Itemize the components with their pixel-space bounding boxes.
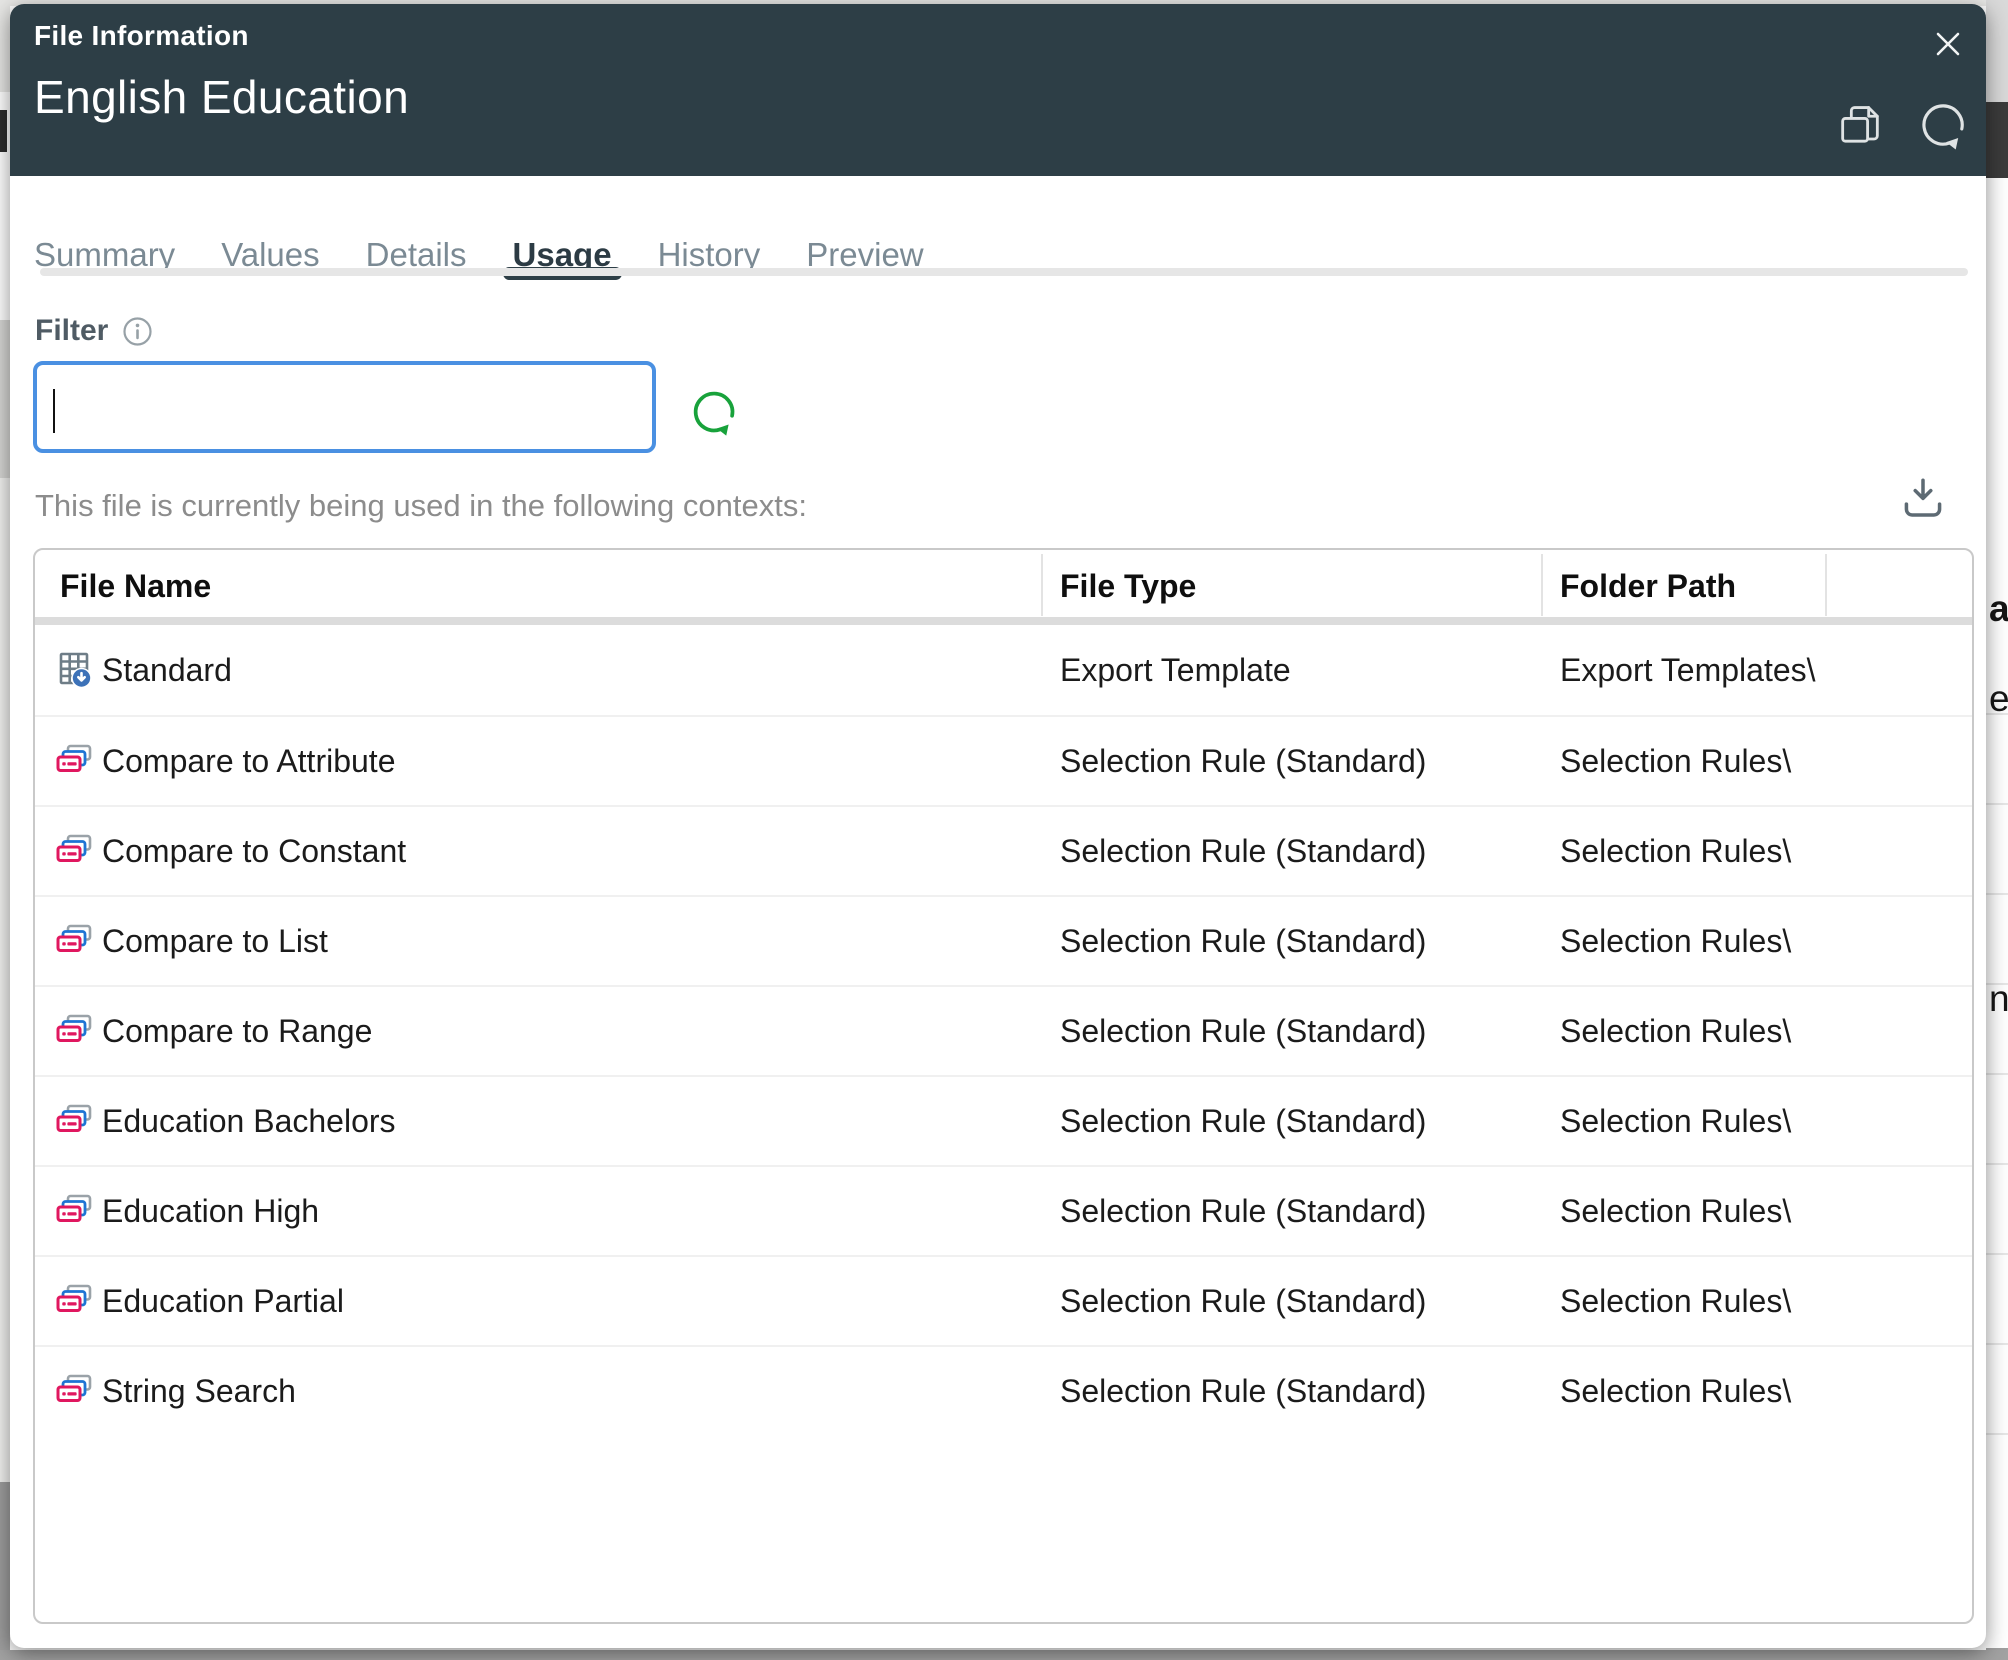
selection-rule-icon bbox=[54, 1281, 94, 1321]
folder-path: Selection Rules\ bbox=[1541, 1193, 1825, 1230]
file-name: Education Bachelors bbox=[102, 1103, 396, 1140]
dialog-title: File Information bbox=[34, 20, 249, 52]
refresh-icon[interactable] bbox=[688, 386, 740, 438]
backdrop-bottom-strip bbox=[0, 1650, 2008, 1660]
backdrop-right-strip: a e n bbox=[1986, 0, 2008, 1660]
table-row[interactable]: Compare to List Selection Rule (Standard… bbox=[35, 895, 1972, 985]
folder-path: Selection Rules\ bbox=[1541, 1103, 1825, 1140]
folder-path: Selection Rules\ bbox=[1541, 1373, 1825, 1410]
file-title: English Education bbox=[34, 70, 409, 124]
folder-path: Selection Rules\ bbox=[1541, 1013, 1825, 1050]
tab-track bbox=[40, 268, 1968, 276]
column-header-file-type[interactable]: File Type bbox=[1060, 568, 1196, 605]
backdrop-text-fragment: a bbox=[1989, 588, 2008, 630]
text-caret bbox=[53, 389, 55, 433]
file-type: Selection Rule (Standard) bbox=[1041, 923, 1541, 960]
dialog-header: File Information English Education bbox=[10, 4, 1986, 176]
reload-icon[interactable] bbox=[1916, 98, 1970, 152]
backdrop-table-lines bbox=[1986, 713, 2008, 1439]
table-header: File Name File Type Folder Path bbox=[35, 550, 1972, 625]
file-name: Compare to Range bbox=[102, 1013, 372, 1050]
filter-input[interactable] bbox=[33, 361, 656, 453]
table-body: Standard Export Template Export Template… bbox=[35, 625, 1972, 1435]
column-divider bbox=[1541, 554, 1543, 616]
filter-label: Filter bbox=[35, 314, 153, 348]
file-type: Selection Rule (Standard) bbox=[1041, 1103, 1541, 1140]
filter-label-text: Filter bbox=[35, 314, 108, 348]
folder-path: Export Templates\ bbox=[1541, 652, 1825, 689]
folder-path: Selection Rules\ bbox=[1541, 833, 1825, 870]
close-icon[interactable] bbox=[1928, 24, 1968, 64]
file-type: Selection Rule (Standard) bbox=[1041, 1283, 1541, 1320]
file-name: Education Partial bbox=[102, 1283, 344, 1320]
export-template-icon bbox=[54, 650, 94, 690]
column-header-folder-path[interactable]: Folder Path bbox=[1560, 568, 1736, 605]
file-type: Selection Rule (Standard) bbox=[1041, 1193, 1541, 1230]
file-name: Compare to List bbox=[102, 923, 328, 960]
selection-rule-icon bbox=[54, 921, 94, 961]
header-underline bbox=[35, 617, 1972, 625]
file-type: Selection Rule (Standard) bbox=[1041, 1013, 1541, 1050]
file-name: Education High bbox=[102, 1193, 319, 1230]
selection-rule-icon bbox=[54, 1011, 94, 1051]
backdrop-text-fragment bbox=[0, 110, 7, 152]
info-icon[interactable] bbox=[122, 316, 153, 347]
table-row[interactable]: Standard Export Template Export Template… bbox=[35, 625, 1972, 715]
selection-rule-icon bbox=[54, 1191, 94, 1231]
table-row[interactable]: Education Bachelors Selection Rule (Stan… bbox=[35, 1075, 1972, 1165]
file-name: Compare to Attribute bbox=[102, 743, 395, 780]
column-divider bbox=[1041, 554, 1043, 616]
download-icon[interactable] bbox=[1896, 472, 1950, 530]
table-row[interactable]: String Search Selection Rule (Standard) … bbox=[35, 1345, 1972, 1435]
copy-icon[interactable] bbox=[1834, 100, 1886, 152]
file-type: Selection Rule (Standard) bbox=[1041, 1373, 1541, 1410]
folder-path: Selection Rules\ bbox=[1541, 1283, 1825, 1320]
backdrop-text-fragment: e bbox=[1989, 678, 2008, 720]
context-note: This file is currently being used in the… bbox=[35, 488, 807, 524]
table-row[interactable]: Education High Selection Rule (Standard)… bbox=[35, 1165, 1972, 1255]
file-type: Export Template bbox=[1041, 652, 1541, 689]
backdrop-left-strip bbox=[0, 0, 10, 1660]
file-name: Compare to Constant bbox=[102, 833, 406, 870]
file-type: Selection Rule (Standard) bbox=[1041, 743, 1541, 780]
backdrop-text-fragment: n bbox=[1989, 978, 2008, 1020]
usage-table: File Name File Type Folder Path Standard bbox=[33, 548, 1974, 1624]
selection-rule-icon bbox=[54, 1101, 94, 1141]
table-row[interactable]: Compare to Constant Selection Rule (Stan… bbox=[35, 805, 1972, 895]
selection-rule-icon bbox=[54, 1371, 94, 1411]
column-divider bbox=[1825, 554, 1827, 616]
selection-rule-icon bbox=[54, 741, 94, 781]
file-information-dialog: File Information English Education Summa… bbox=[10, 4, 1986, 1648]
table-row[interactable]: Education Partial Selection Rule (Standa… bbox=[35, 1255, 1972, 1345]
file-type: Selection Rule (Standard) bbox=[1041, 833, 1541, 870]
file-name: Standard bbox=[102, 652, 232, 689]
table-row[interactable]: Compare to Attribute Selection Rule (Sta… bbox=[35, 715, 1972, 805]
tab-bar: SummaryValuesDetailsUsageHistoryPreview bbox=[34, 190, 1970, 282]
column-header-file-name[interactable]: File Name bbox=[60, 568, 211, 605]
selection-rule-icon bbox=[54, 831, 94, 871]
folder-path: Selection Rules\ bbox=[1541, 923, 1825, 960]
table-row[interactable]: Compare to Range Selection Rule (Standar… bbox=[35, 985, 1972, 1075]
folder-path: Selection Rules\ bbox=[1541, 743, 1825, 780]
file-name: String Search bbox=[102, 1373, 296, 1410]
